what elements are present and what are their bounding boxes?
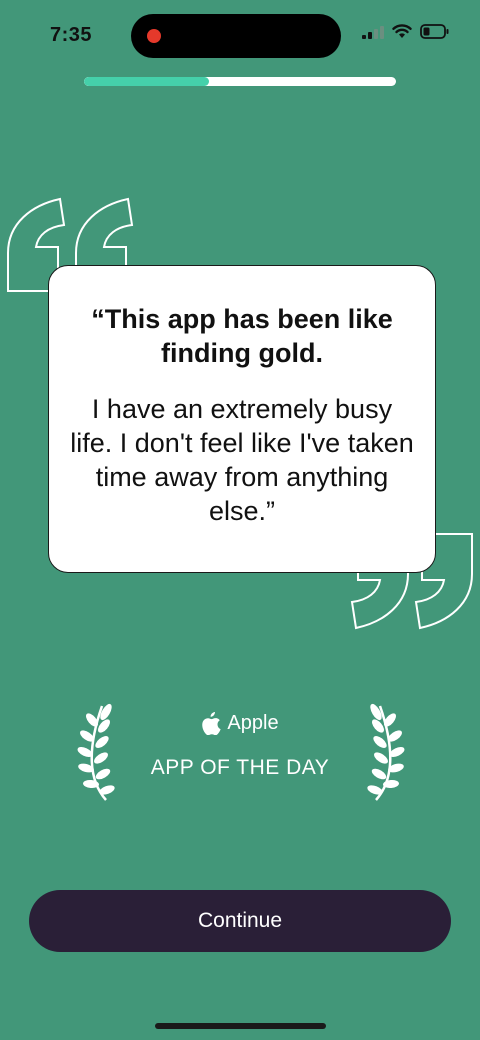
laurel-right-icon	[367, 703, 405, 801]
apple-brand-row: Apple	[0, 712, 480, 735]
testimonial-headline: “This app has been like finding gold.	[91, 304, 393, 368]
onboarding-progress-bar	[84, 77, 396, 86]
cellular-signal-icon	[362, 25, 384, 39]
apple-logo-icon	[202, 712, 222, 735]
status-icons	[362, 24, 450, 39]
continue-button[interactable]: Continue	[29, 890, 451, 952]
award-title: APP OF THE DAY	[150, 756, 330, 779]
onboarding-progress-fill	[84, 77, 209, 86]
app-of-the-day-award: Apple APP OF THE DAY	[0, 700, 480, 810]
home-indicator[interactable]	[155, 1023, 326, 1029]
wifi-icon	[392, 24, 412, 38]
testimonial-card: “This app has been like finding gold. I …	[48, 265, 436, 573]
recording-indicator-icon	[147, 29, 161, 43]
testimonial-body: I have an extremely busy life. I don't f…	[70, 394, 414, 526]
status-time: 7:35	[50, 24, 93, 46]
dynamic-island	[131, 14, 341, 58]
apple-brand-label: Apple	[227, 712, 279, 734]
battery-icon	[420, 24, 449, 39]
status-bar: 7:35	[0, 0, 480, 70]
